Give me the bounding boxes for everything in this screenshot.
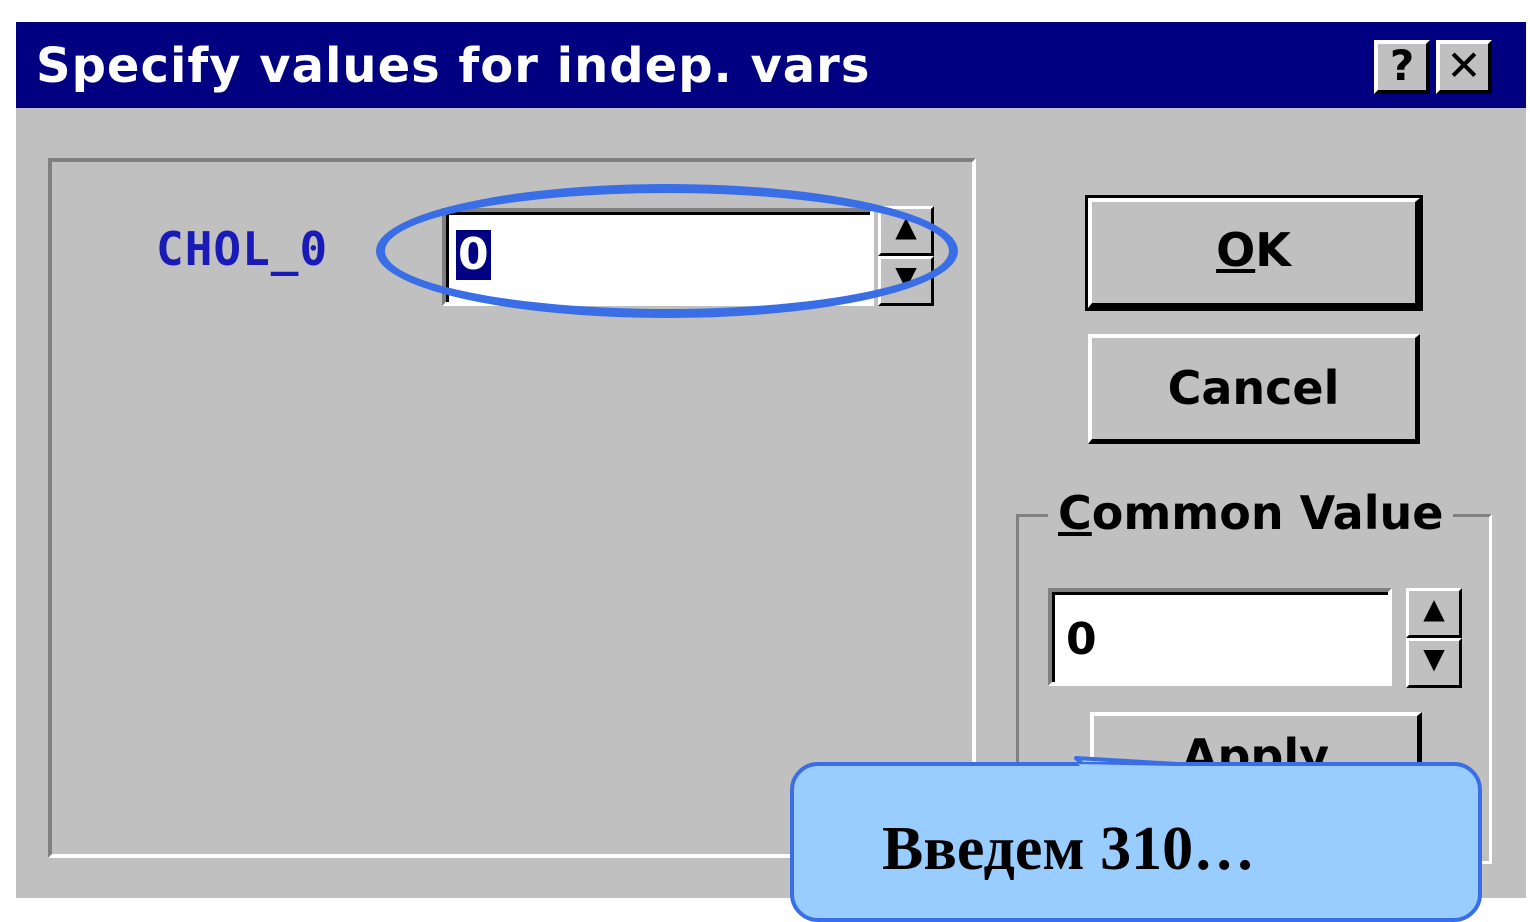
callout-box: Введем 310… [790,762,1482,922]
close-icon: ✕ [1446,41,1482,90]
close-button[interactable]: ✕ [1436,40,1492,94]
common-value-text: 0 [1066,614,1097,665]
help-button[interactable]: ? [1374,40,1430,94]
window-title: Specify values for indep. vars [36,38,871,94]
common-value-label: Common Value [1048,486,1454,540]
callout-text: Введем 310… [882,815,1256,883]
title-bar[interactable]: Specify values for indep. vars ? ✕ [16,22,1526,108]
ok-label-rest: K [1255,223,1291,277]
variable-label-chol-0: CHOL_0 [156,222,329,276]
common-value-spinner[interactable]: ▲ ▼ [1406,588,1462,688]
highlight-ellipse [376,184,958,318]
common-value-input[interactable]: 0 [1048,588,1392,686]
ok-mnemonic: O [1216,223,1256,277]
common-spin-down-button[interactable]: ▼ [1406,638,1462,688]
arrow-down-icon: ▼ [1423,642,1445,675]
common-value-mnemonic: C [1058,486,1092,540]
arrow-up-icon: ▲ [1423,592,1445,625]
ok-button[interactable]: OK [1085,195,1423,311]
common-value-label-rest: ommon Value [1091,486,1444,540]
common-spin-up-button[interactable]: ▲ [1406,588,1462,638]
cancel-button[interactable]: Cancel [1088,334,1420,444]
